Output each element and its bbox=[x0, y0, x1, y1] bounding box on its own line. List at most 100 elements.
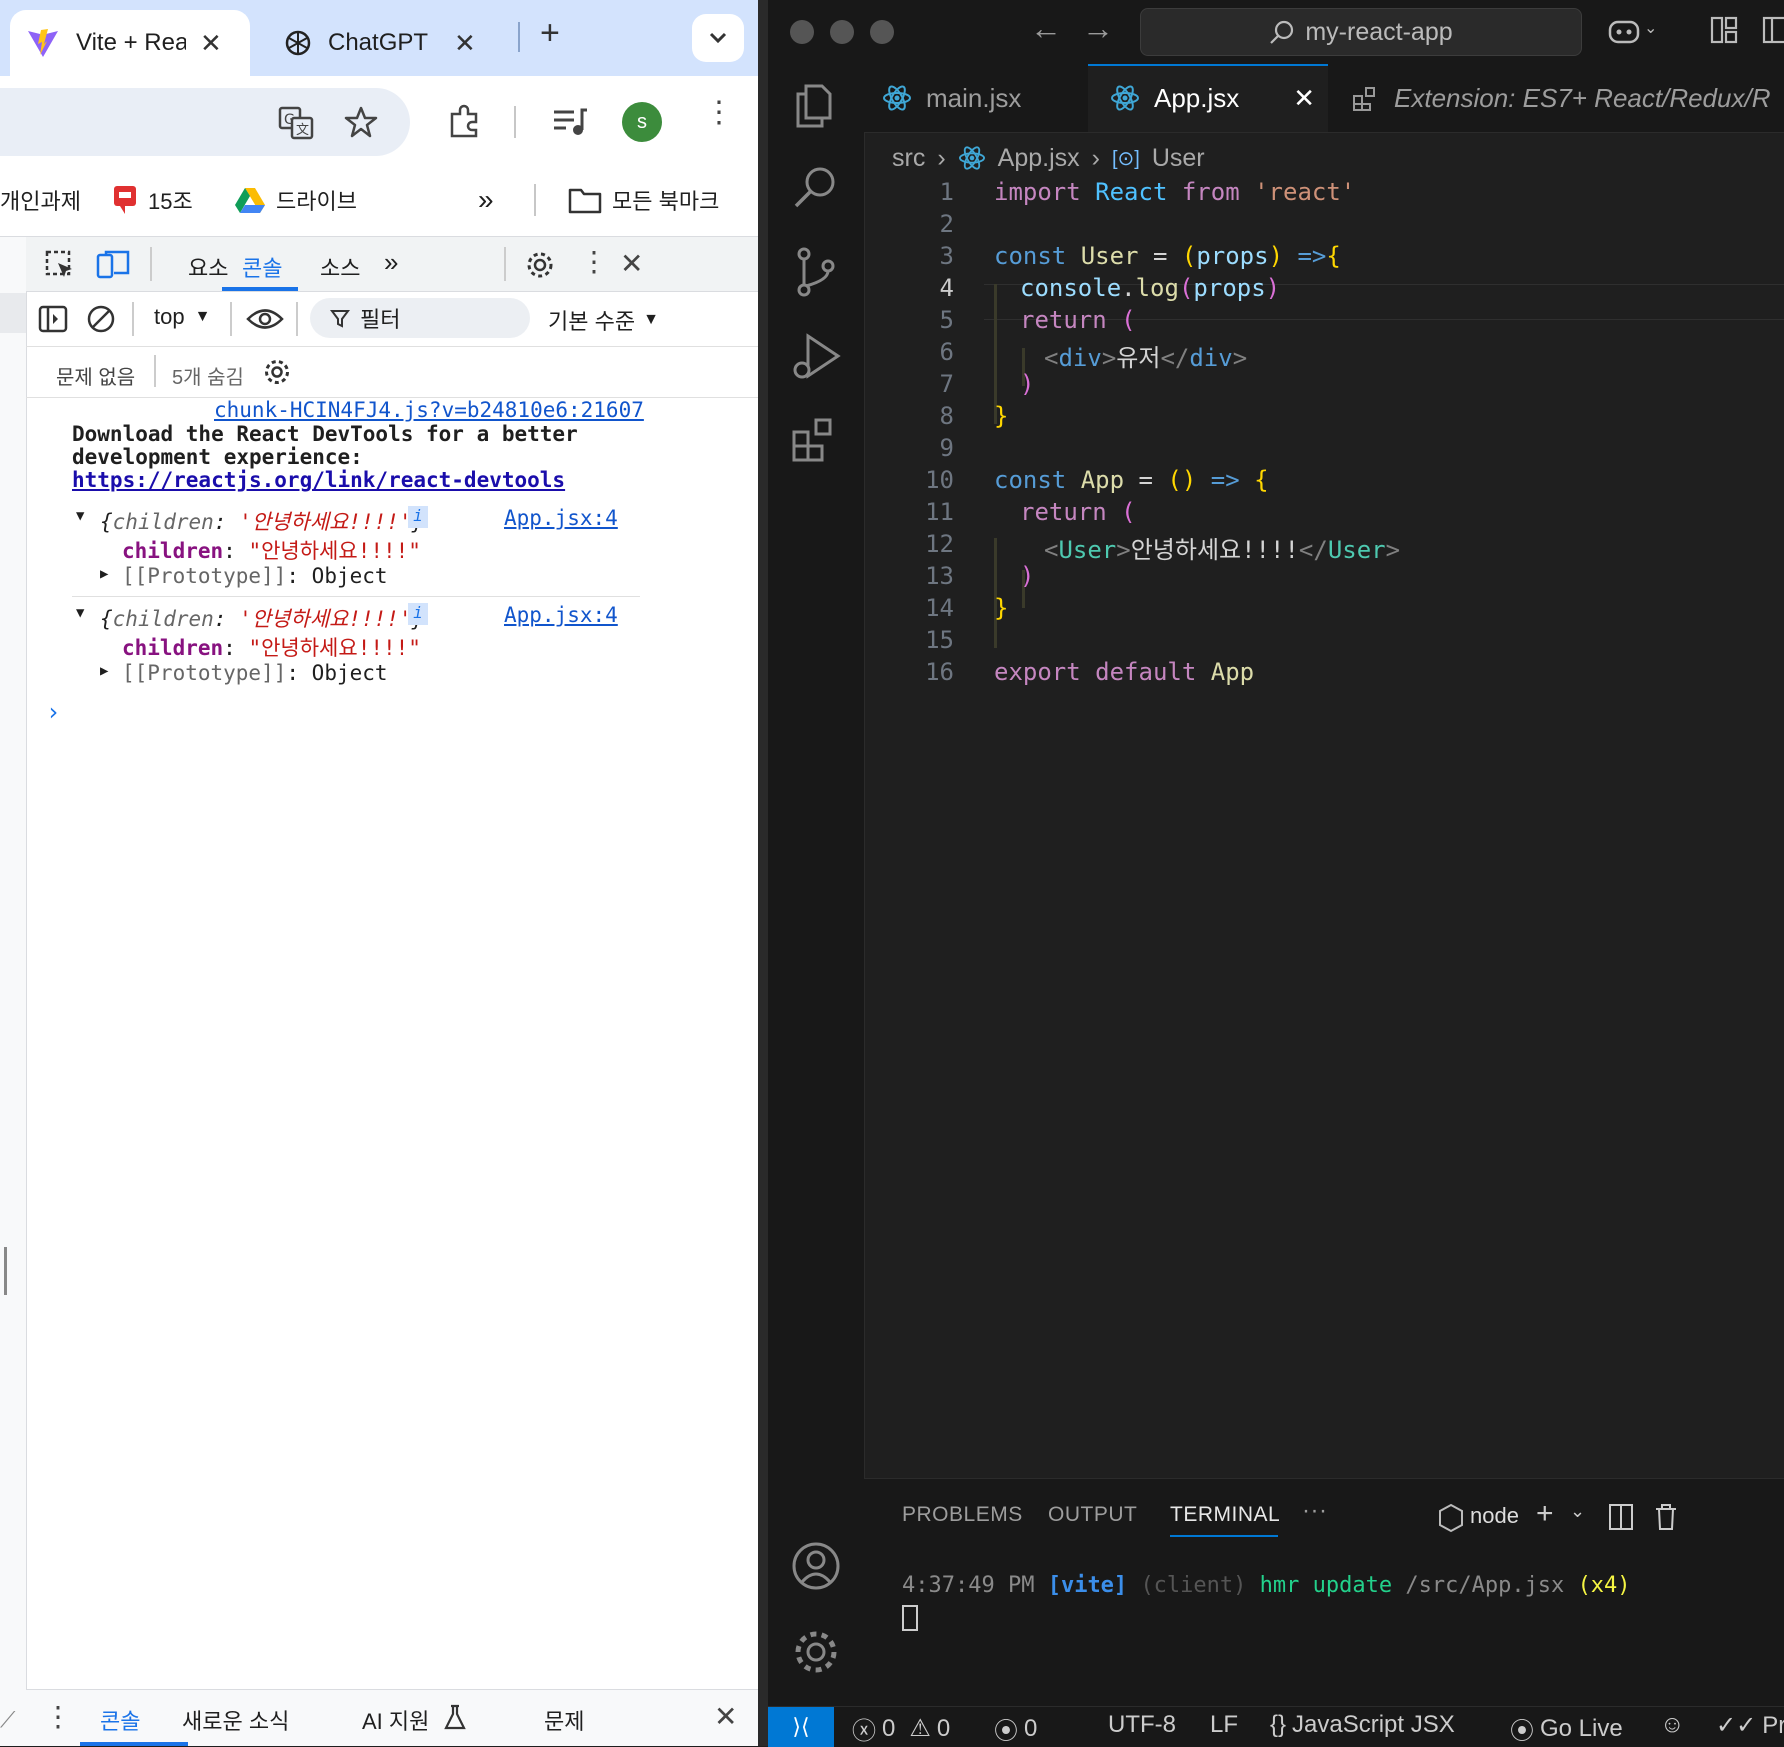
drawer-tab-console[interactable]: 콘솔 bbox=[100, 1704, 140, 1736]
all-bookmarks-button[interactable]: 모든 북마크 bbox=[568, 184, 719, 216]
customize-layout-icon[interactable] bbox=[1710, 16, 1738, 44]
language-mode-indicator[interactable]: {} JavaScript JSX bbox=[1270, 1711, 1455, 1739]
browser-tab-chatgpt[interactable]: ChatGPT ✕ bbox=[260, 10, 500, 76]
extensions-icon[interactable] bbox=[446, 104, 482, 140]
more-tabs-icon[interactable]: » bbox=[384, 247, 398, 278]
chrome-menu-icon[interactable]: ⋮ bbox=[704, 98, 734, 128]
code-editor[interactable]: 1 2 3 4 5 6 7 8 9 10 11 12 13 14 15 16 i… bbox=[864, 178, 1784, 1478]
filter-input[interactable]: 필터 bbox=[310, 298, 530, 338]
command-center-search[interactable]: my-react-app bbox=[1140, 8, 1582, 56]
bookmark-drive[interactable]: 드라이브 bbox=[234, 184, 357, 216]
clear-console-icon[interactable] bbox=[86, 304, 116, 334]
tab-main-jsx[interactable]: main.jsx bbox=[882, 64, 1072, 132]
new-terminal-icon[interactable]: + bbox=[1536, 1497, 1554, 1531]
devtools-menu-icon[interactable]: ⋮ bbox=[580, 245, 608, 278]
devtools-link[interactable]: https://reactjs.org/link/react-devtools bbox=[72, 468, 565, 492]
log-level-selector[interactable]: 기본 수준 ▼ bbox=[548, 304, 659, 336]
source-link[interactable]: chunk-HCIN4FJ4.js?v=b24810e6:21607 bbox=[214, 398, 644, 422]
drawer-tab-issues[interactable]: 문제 bbox=[544, 1704, 584, 1736]
forward-arrow-icon[interactable]: → bbox=[1082, 10, 1114, 47]
breadcrumb-file[interactable]: App.jsx bbox=[998, 144, 1080, 173]
trash-icon[interactable] bbox=[1654, 1503, 1678, 1531]
more-bookmarks-button[interactable]: » bbox=[478, 184, 494, 216]
close-window-button[interactable] bbox=[790, 20, 814, 44]
tab-extension[interactable]: Extension: ES7+ React/Redux/R bbox=[1352, 64, 1770, 132]
maximize-window-button[interactable] bbox=[870, 20, 894, 44]
terminal-shell-name[interactable]: node bbox=[1470, 1503, 1519, 1529]
panel-tab-terminal[interactable]: TERMINAL bbox=[1170, 1503, 1280, 1527]
split-terminal-icon[interactable] bbox=[1608, 1503, 1634, 1531]
expand-triangle-icon[interactable]: ▶ bbox=[100, 566, 108, 582]
expand-triangle-icon[interactable]: ▼ bbox=[76, 605, 84, 621]
live-expression-eye-icon[interactable] bbox=[246, 304, 284, 334]
close-tab-icon[interactable]: ✕ bbox=[1293, 83, 1315, 114]
go-live-button[interactable]: ⦿ Go Live bbox=[1510, 1711, 1623, 1746]
close-devtools-icon[interactable]: ✕ bbox=[620, 247, 643, 280]
copilot-icon[interactable] bbox=[1606, 14, 1642, 46]
drawer-tab-ai[interactable]: AI 지원 bbox=[362, 1704, 429, 1736]
expand-triangle-icon[interactable]: ▼ bbox=[76, 508, 84, 524]
bookmark-personal[interactable]: 개인과제 bbox=[0, 184, 81, 216]
settings-gear-icon[interactable] bbox=[524, 249, 556, 281]
breadcrumb-folder[interactable]: src bbox=[892, 144, 925, 173]
close-drawer-icon[interactable]: ✕ bbox=[714, 1700, 737, 1733]
search-icon[interactable] bbox=[788, 160, 844, 216]
drawer-tab-whats-new[interactable]: 새로운 소식 bbox=[182, 1704, 289, 1736]
panel-more-icon[interactable]: ··· bbox=[1302, 1497, 1327, 1525]
expand-triangle-icon[interactable]: ▶ bbox=[100, 663, 108, 679]
prettier-indicator[interactable]: ✓✓Pre bbox=[1716, 1711, 1784, 1740]
no-issues-label[interactable]: 문제 없음 bbox=[56, 361, 135, 390]
remote-indicator-icon[interactable]: ⟩⟨ bbox=[768, 1707, 834, 1747]
panel-tab-output[interactable]: OUTPUT bbox=[1048, 1503, 1137, 1527]
extensions-icon[interactable] bbox=[788, 412, 844, 468]
eol-indicator[interactable]: LF bbox=[1210, 1711, 1238, 1739]
device-toolbar-icon[interactable] bbox=[96, 249, 130, 281]
drawer-menu-icon[interactable]: ⋮ bbox=[44, 1700, 72, 1733]
browser-tab-vite[interactable]: Vite + Rea ✕ bbox=[10, 10, 250, 76]
sidebar-toggle-icon[interactable] bbox=[38, 304, 68, 334]
bookmark-15[interactable]: 15조 bbox=[112, 184, 193, 216]
manage-gear-icon[interactable] bbox=[788, 1624, 844, 1680]
context-selector[interactable]: top ▼ bbox=[154, 304, 210, 330]
run-debug-icon[interactable] bbox=[788, 328, 844, 384]
close-tab-icon[interactable]: ✕ bbox=[454, 28, 476, 59]
console-prompt-icon[interactable]: › bbox=[46, 698, 60, 726]
breadcrumb-symbol[interactable]: User bbox=[1152, 144, 1205, 173]
copilot-status-icon[interactable]: ☺ bbox=[1660, 1711, 1685, 1739]
tab-app-jsx[interactable]: App.jsx ✕ bbox=[1110, 64, 1330, 132]
panel-tab-problems[interactable]: PROBLEMS bbox=[902, 1503, 1023, 1527]
info-badge-icon[interactable]: i bbox=[408, 506, 428, 528]
terminal-cursor[interactable] bbox=[902, 1605, 918, 1631]
address-bar[interactable]: G 文 bbox=[0, 88, 410, 156]
info-badge-icon[interactable]: i bbox=[408, 603, 428, 625]
source-link[interactable]: App.jsx:4 bbox=[504, 506, 618, 530]
resize-handle[interactable] bbox=[4, 1247, 7, 1295]
problems-indicator[interactable]: ⓧ 0 ⚠ 0 bbox=[852, 1711, 950, 1746]
back-arrow-icon[interactable]: ← bbox=[1030, 10, 1062, 47]
inspect-element-icon[interactable] bbox=[44, 249, 76, 281]
resize-corner-icon[interactable]: ⟋ bbox=[0, 1707, 15, 1733]
toggle-sidebar-icon[interactable] bbox=[1762, 16, 1784, 44]
source-control-icon[interactable] bbox=[788, 244, 844, 300]
minimize-window-button[interactable] bbox=[830, 20, 854, 44]
tab-sources[interactable]: 소스 bbox=[320, 251, 360, 283]
explorer-files-icon[interactable] bbox=[788, 78, 844, 134]
account-icon[interactable] bbox=[788, 1538, 844, 1594]
prototype-row[interactable]: [[Prototype]]: Object bbox=[122, 564, 388, 588]
new-tab-button[interactable]: + bbox=[540, 14, 560, 53]
console-entry[interactable]: ▼ {children: '안녕하세요!!!!'} i App.jsx:4 ch… bbox=[76, 506, 640, 594]
tab-console[interactable]: 콘솔 bbox=[242, 251, 282, 283]
console-settings-gear-icon[interactable] bbox=[262, 357, 292, 387]
chevron-down-icon[interactable]: ⌄ bbox=[1570, 1501, 1585, 1522]
star-icon[interactable] bbox=[344, 105, 378, 139]
prototype-row[interactable]: [[Prototype]]: Object bbox=[122, 661, 388, 685]
console-entry[interactable]: ▼ {children: '안녕하세요!!!!'} i App.jsx:4 ch… bbox=[76, 603, 640, 691]
tab-elements[interactable]: 요소 bbox=[188, 251, 228, 283]
media-control-icon[interactable] bbox=[552, 106, 588, 138]
profile-avatar[interactable]: s bbox=[622, 102, 662, 142]
chevron-down-icon[interactable]: ⌄ bbox=[1644, 18, 1657, 38]
translate-icon[interactable]: G 文 bbox=[278, 106, 314, 140]
encoding-indicator[interactable]: UTF-8 bbox=[1108, 1711, 1176, 1739]
ports-indicator[interactable]: ⦿ 0 bbox=[994, 1711, 1037, 1746]
close-tab-icon[interactable]: ✕ bbox=[200, 28, 222, 59]
